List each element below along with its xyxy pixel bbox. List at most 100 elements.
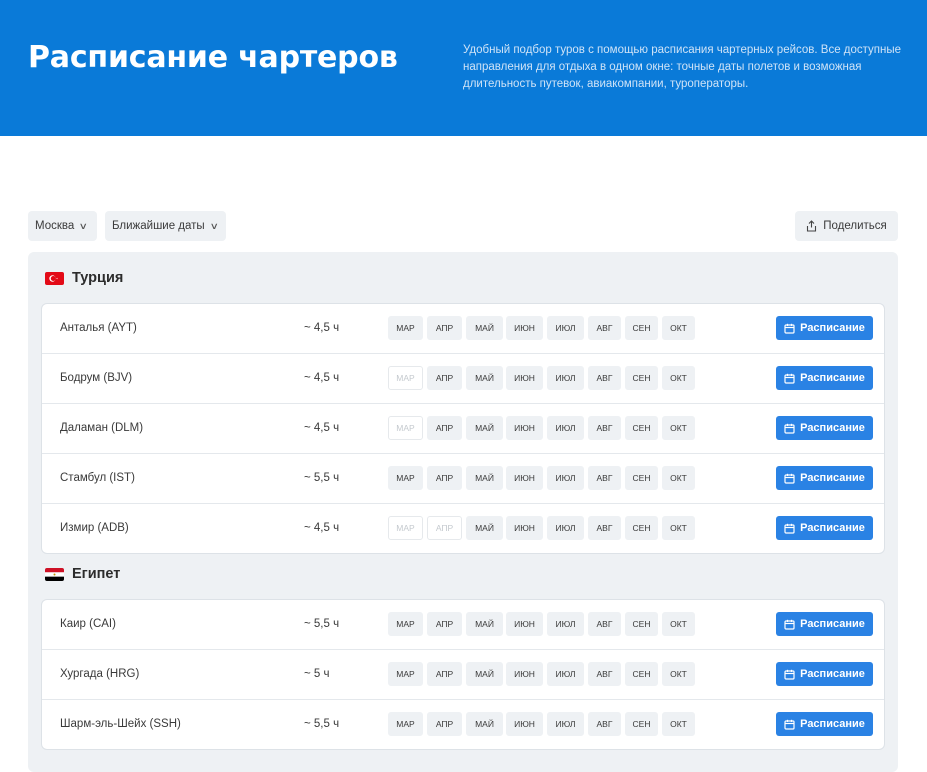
month-chip[interactable]: АВГ <box>588 316 621 340</box>
month-chip[interactable]: ИЮЛ <box>547 316 584 340</box>
calendar-icon <box>784 719 795 730</box>
schedule-button-label: Расписание <box>800 372 865 384</box>
schedule-button-label: Расписание <box>800 522 865 534</box>
departure-city-select[interactable]: Москва ∨ <box>28 211 97 241</box>
schedule-button-label: Расписание <box>800 718 865 730</box>
flight-duration: ~ 5 ч <box>304 668 330 680</box>
month-chip[interactable]: МАР <box>388 662 423 686</box>
month-chip[interactable]: ОКТ <box>662 516 695 540</box>
route-city: Каир (CAI) <box>60 618 116 630</box>
schedule-button-label: Расписание <box>800 472 865 484</box>
country-heading: Египет <box>45 566 120 582</box>
flight-duration: ~ 4,5 ч <box>304 522 340 534</box>
dates-select[interactable]: Ближайшие даты ∨ <box>105 211 226 241</box>
month-chip[interactable]: МАЙ <box>466 366 503 390</box>
share-icon <box>806 220 817 232</box>
month-chip[interactable]: АВГ <box>588 366 621 390</box>
schedule-button[interactable]: Расписание <box>776 366 873 390</box>
month-chip[interactable]: АПР <box>427 712 462 736</box>
month-chip[interactable]: АВГ <box>588 466 621 490</box>
chevron-down-icon: ∨ <box>209 220 219 231</box>
month-chip[interactable]: СЕН <box>625 516 658 540</box>
month-chip[interactable]: МАР <box>388 316 423 340</box>
schedule-button[interactable]: Расписание <box>776 516 873 540</box>
month-chip[interactable]: ИЮЛ <box>547 516 584 540</box>
month-chip[interactable]: ИЮН <box>506 712 543 736</box>
schedule-button[interactable]: Расписание <box>776 712 873 736</box>
month-chip[interactable]: ОКТ <box>662 466 695 490</box>
month-chip[interactable]: ИЮН <box>506 662 543 686</box>
route-row: Измир (ADB) ~ 4,5 ч МАР АПР МАЙ ИЮН ИЮЛ АВГ СЕН О… <box>42 503 884 553</box>
month-chip[interactable]: ИЮН <box>506 366 543 390</box>
chevron-down-icon: ∨ <box>78 220 89 231</box>
month-chip[interactable]: АПР <box>427 366 462 390</box>
month-chip[interactable]: ОКТ <box>662 366 695 390</box>
month-chip[interactable]: ИЮН <box>506 612 543 636</box>
schedule-button[interactable]: Расписание <box>776 316 873 340</box>
route-row: Бодрум (BJV) ~ 4,5 ч МАР АПР МАЙ ИЮН ИЮЛ АВГ СЕН… <box>42 353 884 403</box>
schedule-button-label: Расписание <box>800 668 865 680</box>
month-chip[interactable]: АВГ <box>588 612 621 636</box>
month-chip[interactable]: МАЙ <box>466 612 503 636</box>
month-chip[interactable]: АВГ <box>588 516 621 540</box>
month-chip[interactable]: ОКТ <box>662 662 695 686</box>
schedule-button-label: Расписание <box>800 618 865 630</box>
route-list: Анталья (AYT) ~ 4,5 ч МАР АПР МАЙ ИЮН ИЮЛ АВГ СЕ… <box>41 303 885 554</box>
month-chip[interactable]: МАЙ <box>466 416 503 440</box>
schedule-button[interactable]: Расписание <box>776 466 873 490</box>
month-chip[interactable]: АПР <box>427 316 462 340</box>
calendar-icon <box>784 373 795 384</box>
month-chip[interactable]: СЕН <box>625 612 658 636</box>
month-chip[interactable]: МАР <box>388 612 423 636</box>
month-chip[interactable]: ИЮН <box>506 466 543 490</box>
schedule-button[interactable]: Расписание <box>776 416 873 440</box>
flight-duration: ~ 4,5 ч <box>304 372 340 384</box>
month-chip[interactable]: ИЮН <box>506 416 543 440</box>
month-chip[interactable]: ОКТ <box>662 612 695 636</box>
share-button[interactable]: Поделиться <box>795 211 898 241</box>
month-chip[interactable]: ОКТ <box>662 416 695 440</box>
month-chip[interactable]: АВГ <box>588 712 621 736</box>
route-row: Шарм-эль-Шейх (SSH) ~ 5,5 ч МАР АПР МАЙ ИЮН ИЮ… <box>42 699 884 749</box>
month-chip[interactable]: СЕН <box>625 662 658 686</box>
month-chip[interactable]: АПР <box>427 416 462 440</box>
month-chip[interactable]: МАЙ <box>466 516 503 540</box>
month-chip[interactable]: ИЮЛ <box>547 466 584 490</box>
month-chip[interactable]: СЕН <box>625 712 658 736</box>
month-chip[interactable]: СЕН <box>625 316 658 340</box>
month-chip[interactable]: ИЮЛ <box>547 366 584 390</box>
month-chip[interactable]: ОКТ <box>662 316 695 340</box>
month-chip[interactable]: ИЮН <box>506 316 543 340</box>
month-chip[interactable]: МАЙ <box>466 712 503 736</box>
month-chip[interactable]: ИЮЛ <box>547 416 584 440</box>
turkey-flag-icon <box>45 271 64 285</box>
month-chip[interactable]: ИЮЛ <box>547 612 584 636</box>
schedule-button[interactable]: Расписание <box>776 612 873 636</box>
month-chip[interactable]: АВГ <box>588 662 621 686</box>
month-chip[interactable]: МАР <box>388 466 423 490</box>
month-chip[interactable]: МАЙ <box>466 316 503 340</box>
month-chip[interactable]: ИЮЛ <box>547 712 584 736</box>
country-name: Турция <box>72 270 124 286</box>
month-chip: МАР <box>388 516 423 540</box>
month-chip[interactable]: СЕН <box>625 466 658 490</box>
month-chip[interactable]: ОКТ <box>662 712 695 736</box>
month-chip[interactable]: МАР <box>388 712 423 736</box>
month-chip[interactable]: ИЮЛ <box>547 662 584 686</box>
month-chip[interactable]: АПР <box>427 612 462 636</box>
month-chip[interactable]: СЕН <box>625 366 658 390</box>
route-city: Анталья (AYT) <box>60 322 137 334</box>
month-chip: МАР <box>388 366 423 390</box>
route-row: Даламан (DLM) ~ 4,5 ч МАР АПР МАЙ ИЮН ИЮЛ АВГ СЕ… <box>42 403 884 453</box>
month-chip[interactable]: АПР <box>427 466 462 490</box>
month-chip[interactable]: МАЙ <box>466 662 503 686</box>
calendar-icon <box>784 423 795 434</box>
month-chip[interactable]: СЕН <box>625 416 658 440</box>
page-header: Расписание чартеров Удобный подбор туров… <box>0 0 927 136</box>
schedule-button[interactable]: Расписание <box>776 662 873 686</box>
month-chip[interactable]: ИЮН <box>506 516 543 540</box>
month-chip[interactable]: АВГ <box>588 416 621 440</box>
month-chip[interactable]: МАЙ <box>466 466 503 490</box>
departure-city-label: Москва <box>35 220 75 232</box>
month-chip[interactable]: АПР <box>427 662 462 686</box>
